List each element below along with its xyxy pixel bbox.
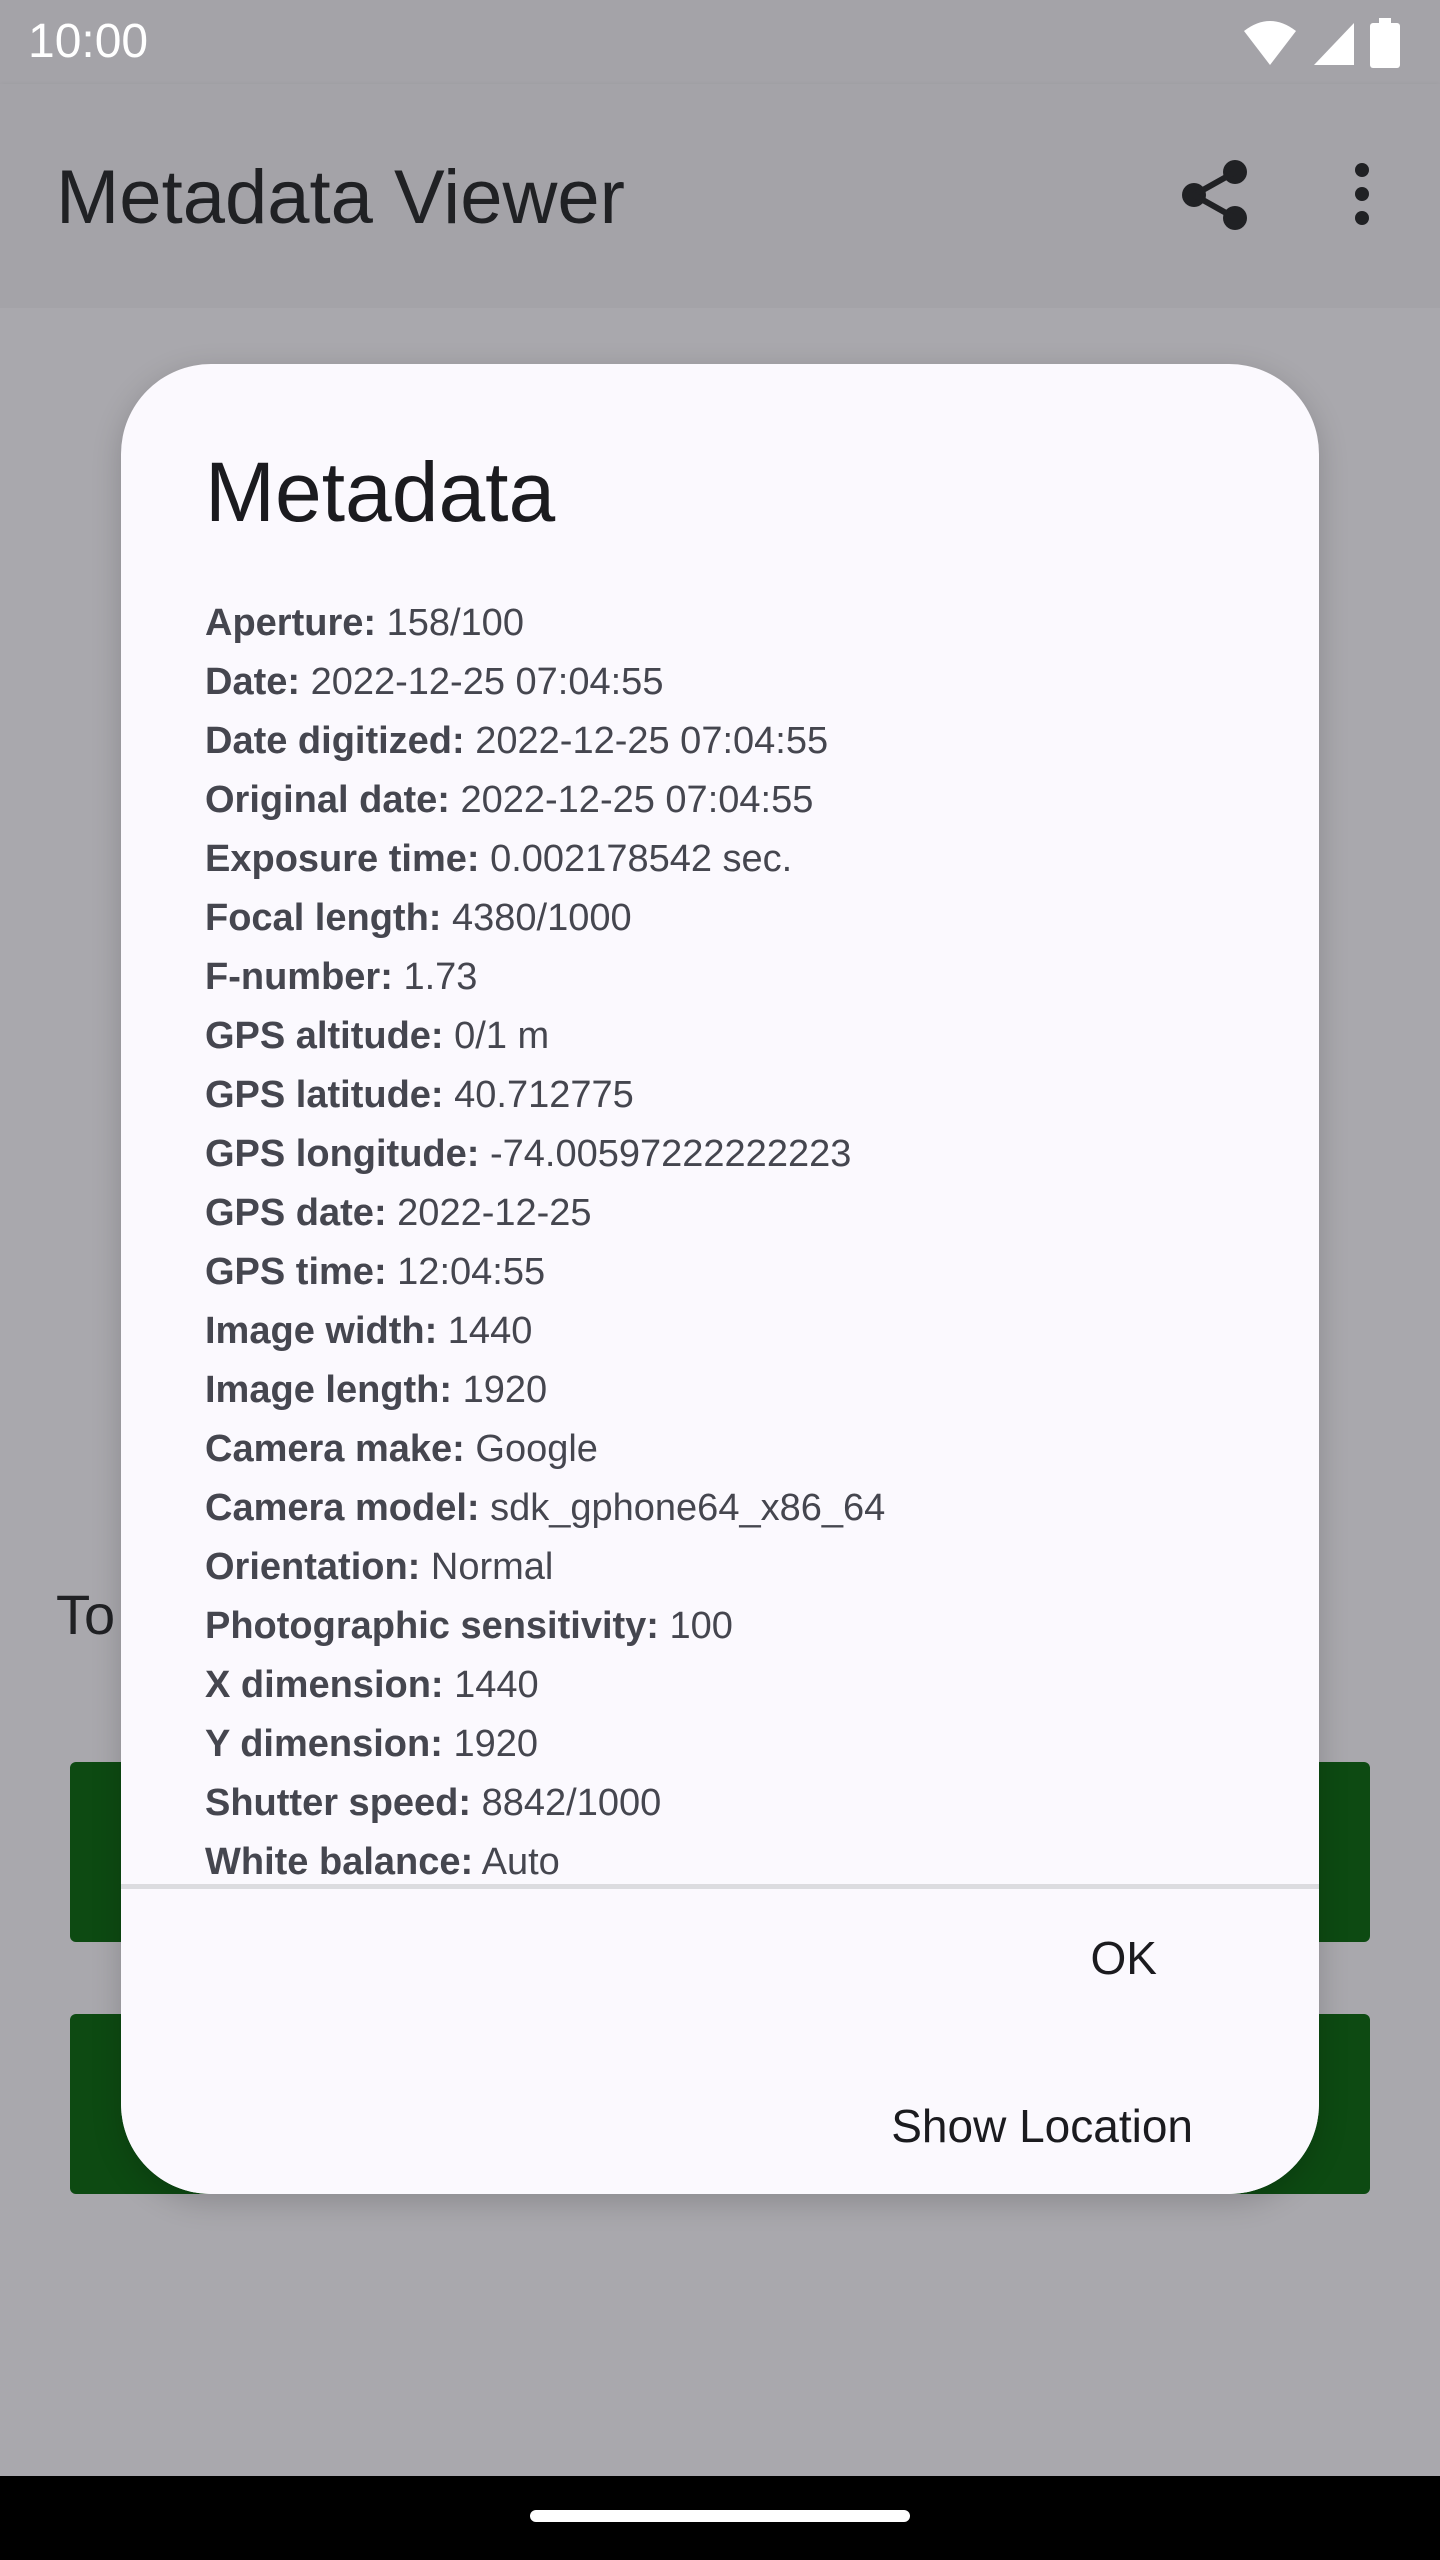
status-bar: 10:00	[0, 0, 1440, 84]
metadata-value: 1920	[462, 1369, 548, 1411]
metadata-label: Image width:	[205, 1310, 438, 1352]
metadata-label: Camera model:	[205, 1487, 480, 1529]
metadata-row: X dimension: 1440	[205, 1656, 1245, 1715]
cellular-signal-icon	[1314, 23, 1354, 65]
wifi-icon	[1244, 21, 1296, 65]
share-icon[interactable]	[1180, 159, 1250, 231]
metadata-label: GPS date:	[205, 1192, 387, 1234]
metadata-dialog: Metadata Aperture: 158/100 Date: 2022-12-…	[121, 364, 1319, 2194]
metadata-label: GPS latitude:	[205, 1074, 444, 1116]
metadata-row: GPS latitude: 40.712775	[205, 1066, 1245, 1125]
metadata-label: Aperture:	[205, 602, 377, 644]
metadata-label: Photographic sensitivity:	[205, 1605, 659, 1647]
status-time: 10:00	[28, 15, 149, 68]
metadata-label: Shutter speed:	[205, 1782, 472, 1824]
metadata-value: 4380/1000	[452, 897, 632, 939]
metadata-label: GPS time:	[205, 1251, 387, 1293]
metadata-label: Original date:	[205, 779, 450, 821]
battery-icon	[1370, 18, 1400, 68]
metadata-row: Photographic sensitivity: 100	[205, 1597, 1245, 1656]
metadata-label: White balance:	[205, 1841, 474, 1883]
metadata-row: GPS altitude: 0/1 m	[205, 1007, 1245, 1066]
metadata-row: Camera make: Google	[205, 1420, 1245, 1479]
metadata-row: Image width: 1440	[205, 1302, 1245, 1361]
metadata-value: 100	[669, 1605, 733, 1647]
metadata-value: 8842/1000	[481, 1782, 662, 1824]
metadata-row: GPS longitude: -74.00597222222223	[205, 1125, 1245, 1184]
metadata-label: Camera make:	[205, 1428, 465, 1470]
metadata-row: Image length: 1920	[205, 1361, 1245, 1420]
metadata-row: Focal length: 4380/1000	[205, 889, 1245, 948]
metadata-label: GPS altitude:	[205, 1015, 444, 1057]
metadata-row: F-number: 1.73	[205, 948, 1245, 1007]
metadata-value: 1.73	[403, 956, 478, 998]
status-icons	[1242, 18, 1400, 68]
dialog-title: Metadata	[205, 445, 556, 539]
metadata-value: 158/100	[386, 602, 524, 644]
metadata-value: Normal	[430, 1546, 554, 1588]
metadata-row: Aperture: 158/100	[205, 594, 1245, 653]
metadata-label: Orientation:	[205, 1546, 421, 1588]
metadata-label: Y dimension:	[205, 1723, 443, 1765]
home-handle[interactable]	[530, 2510, 910, 2522]
app-bar: Metadata Viewer	[0, 84, 1440, 308]
metadata-label: F-number:	[205, 956, 393, 998]
metadata-value: 1920	[453, 1723, 538, 1765]
metadata-row: Orientation: Normal	[205, 1538, 1245, 1597]
metadata-label: Image length:	[205, 1369, 453, 1411]
metadata-value: 1440	[447, 1310, 533, 1352]
metadata-row: Date: 2022-12-25 07:04:55	[205, 653, 1245, 712]
metadata-label: Date digitized:	[205, 720, 465, 762]
metadata-value: 2022-12-25 07:04:55	[475, 720, 829, 762]
metadata-label: Date:	[205, 661, 301, 703]
metadata-value: Google	[475, 1428, 598, 1470]
metadata-label: X dimension:	[205, 1664, 444, 1706]
ok-button[interactable]: OK	[1091, 1931, 1157, 1985]
metadata-value: 12:04:55	[397, 1251, 546, 1293]
metadata-value: 0/1 m	[454, 1015, 550, 1057]
dialog-actions: OK Show Location	[121, 1889, 1319, 2194]
metadata-value: 40.712775	[454, 1074, 634, 1116]
metadata-value: sdk_gphone64_x86_64	[490, 1487, 886, 1529]
metadata-row: Original date: 2022-12-25 07:04:55	[205, 771, 1245, 830]
metadata-value: 0.002178542 sec.	[490, 838, 793, 880]
metadata-label: Focal length:	[205, 897, 442, 939]
metadata-value: -74.00597222222223	[490, 1133, 852, 1175]
metadata-row: Date digitized: 2022-12-25 07:04:55	[205, 712, 1245, 771]
metadata-value: 2022-12-25 07:04:55	[310, 661, 664, 703]
metadata-row: Camera model: sdk_gphone64_x86_64	[205, 1479, 1245, 1538]
metadata-row: Y dimension: 1920	[205, 1715, 1245, 1774]
metadata-value: 2022-12-25	[397, 1192, 592, 1234]
more-vert-icon[interactable]	[1342, 162, 1382, 226]
background-text: To	[56, 1583, 116, 1646]
metadata-row: Shutter speed: 8842/1000	[205, 1774, 1245, 1833]
metadata-label: GPS longitude:	[205, 1133, 480, 1175]
metadata-value: 2022-12-25 07:04:55	[460, 779, 814, 821]
metadata-row: Exposure time: 0.002178542 sec.	[205, 830, 1245, 889]
metadata-label: Exposure time:	[205, 838, 480, 880]
metadata-value: 1440	[454, 1664, 539, 1706]
app-title: Metadata Viewer	[56, 155, 625, 240]
metadata-value: Auto	[481, 1841, 560, 1883]
show-location-button[interactable]: Show Location	[891, 2099, 1193, 2153]
metadata-row: GPS date: 2022-12-25	[205, 1184, 1245, 1243]
metadata-row: GPS time: 12:04:55	[205, 1243, 1245, 1302]
